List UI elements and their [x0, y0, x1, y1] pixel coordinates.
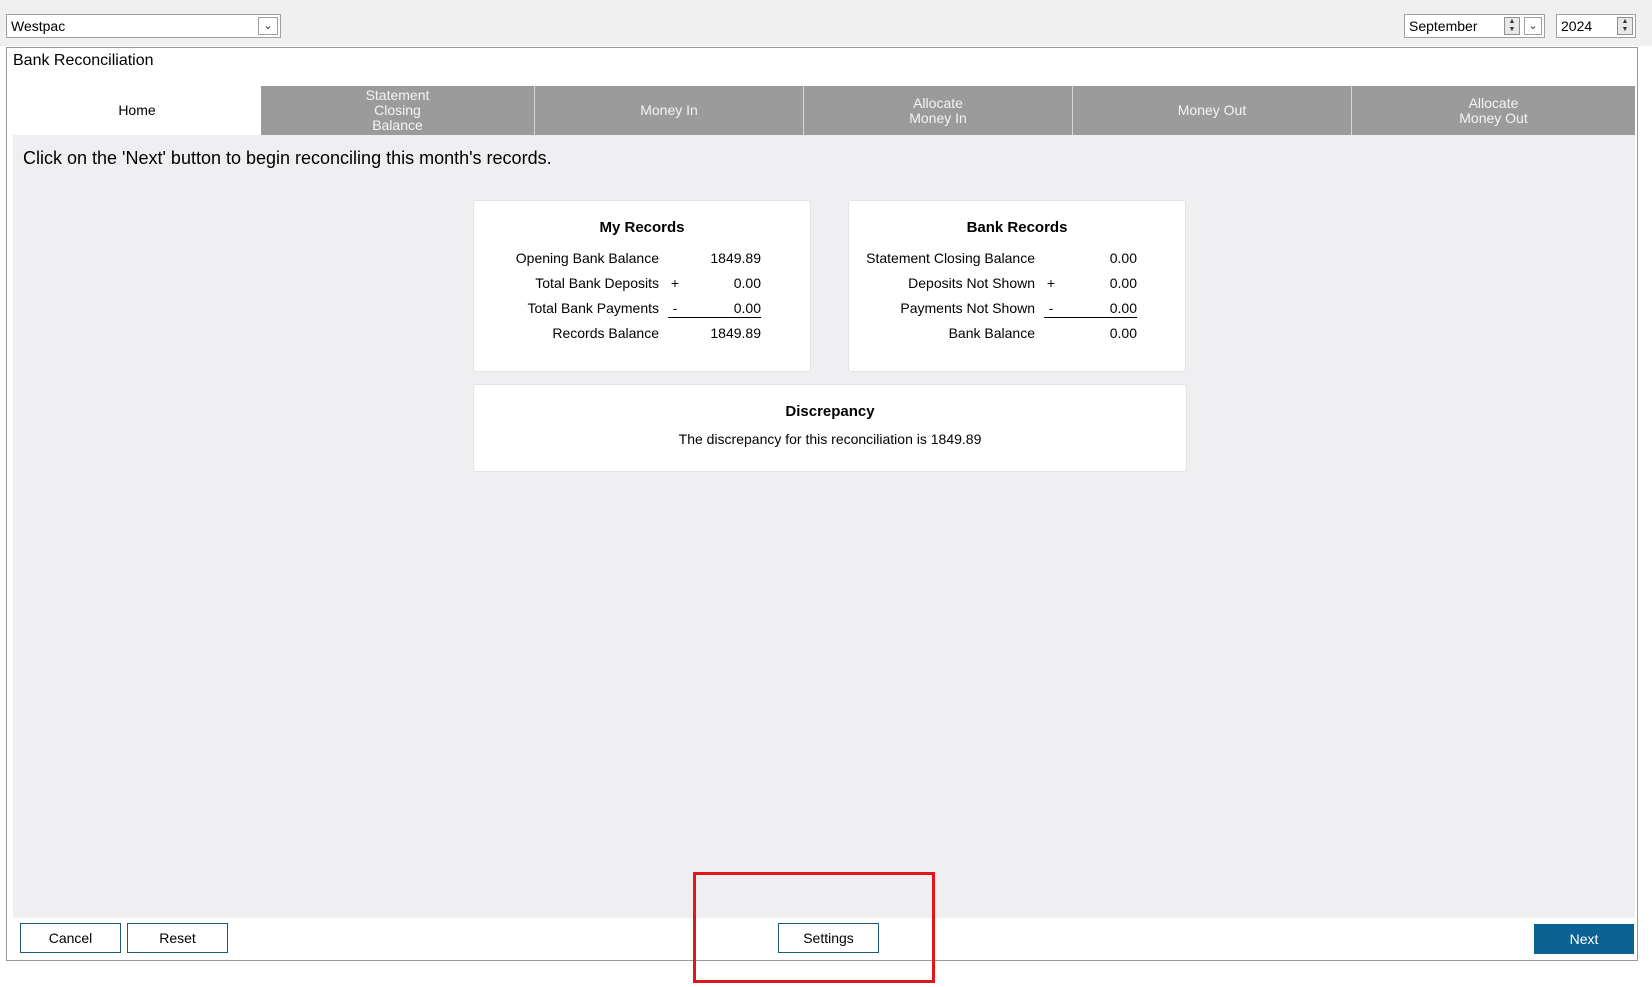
row-sign: +	[670, 275, 680, 291]
bank-account-value: Westpac	[11, 18, 66, 34]
row-label: Records Balance	[552, 325, 659, 341]
my-records-row: Records Balance 1849.89	[474, 324, 812, 342]
tab-money-in[interactable]: Money In	[535, 86, 804, 135]
discrepancy-card: Discrepancy The discrepancy for this rec…	[473, 384, 1187, 472]
row-label: Total Bank Payments	[527, 300, 659, 316]
row-sign: +	[1046, 275, 1056, 291]
cancel-button[interactable]: Cancel	[20, 923, 121, 953]
tab-statement-closing-balance[interactable]: Statement Closing Balance	[261, 86, 535, 135]
year-spinner-icon[interactable]: ▲ ▼	[1617, 17, 1633, 35]
bank-records-title: Bank Records	[966, 219, 1068, 236]
reset-button[interactable]: Reset	[127, 923, 228, 953]
window-title: Bank Reconciliation	[13, 52, 154, 69]
row-label: Total Bank Deposits	[535, 275, 659, 291]
chevron-down-icon[interactable]: ⌄	[1524, 17, 1542, 35]
row-value: 0.00	[1109, 275, 1137, 291]
next-button[interactable]: Next	[1534, 924, 1634, 954]
row-label: Statement Closing Balance	[866, 250, 1035, 266]
row-value: 0.00	[1109, 325, 1137, 341]
my-records-card: My Records Opening Bank Balance 1849.89 …	[473, 200, 811, 372]
bank-records-row: Deposits Not Shown + 0.00	[849, 274, 1187, 292]
row-label: Opening Bank Balance	[515, 250, 659, 266]
year-value: 2024	[1561, 18, 1593, 34]
row-label: Deposits Not Shown	[908, 275, 1035, 291]
my-records-row: Total Bank Payments - 0.00	[474, 299, 812, 317]
bank-reconciliation-window: Bank Reconciliation Home Statement Closi…	[6, 47, 1638, 961]
tab-home[interactable]: Home	[13, 86, 261, 135]
my-records-title: My Records	[599, 219, 685, 236]
bank-records-row: Bank Balance 0.00	[849, 324, 1187, 342]
highlight-box	[693, 872, 935, 983]
row-value: 0.00	[1109, 250, 1137, 266]
bank-records-row: Payments Not Shown - 0.00	[849, 299, 1187, 317]
discrepancy-text: The discrepancy for this reconciliation …	[678, 431, 982, 447]
bank-records-row: Statement Closing Balance 0.00	[849, 249, 1187, 267]
row-label: Payments Not Shown	[900, 300, 1035, 316]
row-value: 0.00	[733, 300, 761, 316]
subtotal-divider	[1044, 317, 1137, 318]
bank-records-card: Bank Records Statement Closing Balance 0…	[848, 200, 1186, 372]
row-value: 0.00	[733, 275, 761, 291]
tab-allocate-money-out[interactable]: Allocate Money Out	[1352, 86, 1635, 135]
bank-account-select[interactable]: Westpac ⌄	[6, 14, 281, 38]
tab-strip: Home Statement Closing Balance Money In …	[13, 86, 1635, 135]
my-records-row: Opening Bank Balance 1849.89	[474, 249, 812, 267]
tab-allocate-money-in[interactable]: Allocate Money In	[804, 86, 1073, 135]
month-value: September	[1409, 18, 1478, 34]
row-value: 0.00	[1109, 300, 1137, 316]
chevron-down-icon[interactable]: ⌄	[258, 17, 278, 35]
discrepancy-title: Discrepancy	[785, 403, 875, 420]
row-sign: -	[1048, 300, 1054, 316]
year-input[interactable]: 2024 ▲ ▼	[1556, 14, 1636, 38]
subtotal-divider	[668, 317, 761, 318]
row-label: Bank Balance	[948, 325, 1035, 341]
tab-money-out[interactable]: Money Out	[1073, 86, 1352, 135]
month-select[interactable]: September ▲ ▼ ⌄	[1404, 14, 1545, 38]
instruction-text: Click on the 'Next' button to begin reco…	[23, 148, 552, 168]
month-spinner-icon[interactable]: ▲ ▼	[1504, 17, 1520, 35]
top-bar: Westpac ⌄ September ▲ ▼ ⌄ 2024 ▲ ▼	[0, 0, 1652, 46]
tab-container: Home Statement Closing Balance Money In …	[13, 86, 1635, 918]
row-value: 1849.89	[710, 250, 761, 266]
my-records-row: Total Bank Deposits + 0.00	[474, 274, 812, 292]
row-sign: -	[672, 300, 678, 316]
row-value: 1849.89	[710, 325, 761, 341]
